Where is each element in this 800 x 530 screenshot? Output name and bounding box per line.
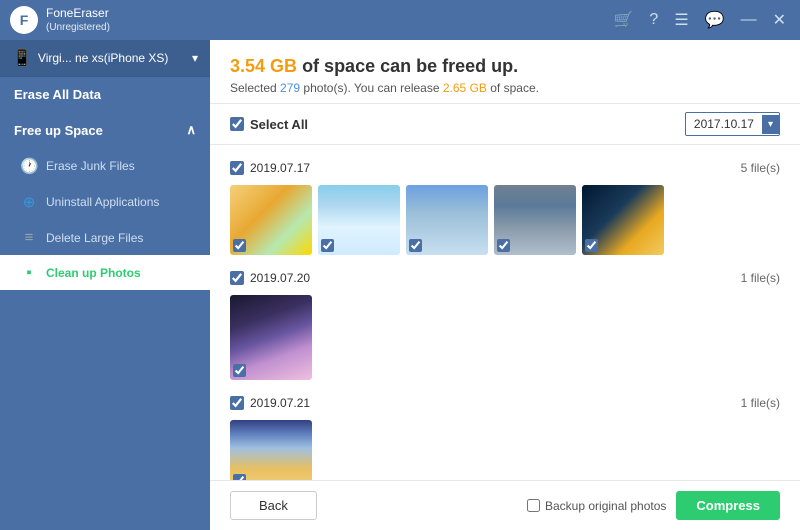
photo-checkbox[interactable] [233,474,246,480]
feedback-icon[interactable]: 💬 [701,8,729,32]
space-subtitle: Selected 279 photo(s). You can release 2… [230,81,780,95]
select-all-label: Select All [250,117,308,132]
group-1-date: 2019.07.17 [250,161,310,175]
sidebar: 📱 Virgi... ne xs(iPhone XS) ▾ Erase All … [0,40,210,530]
close-button[interactable]: ✕ [769,8,790,32]
sidebar-item-clean-photos[interactable]: ▪ Clean up Photos [0,255,210,290]
date-group-header-3: 2019.07.21 1 file(s) [230,390,780,416]
free-up-section: Free up Space ∧ 🕐 Erase Junk Files ⊕ Uni… [0,112,210,290]
backup-checkbox[interactable] [527,499,540,512]
app-logo: F [10,6,38,34]
free-up-label: Free up Space [14,123,103,138]
help-icon[interactable]: ? [645,9,662,31]
toolbar: Select All 2017.10.17 ▾ [210,104,800,145]
photo-list: 2019.07.17 5 file(s) [210,145,800,480]
sidebar-item-delete-large[interactable]: ≡ Delete Large Files [0,220,210,255]
group-3-photos [230,420,780,480]
main-layout: 📱 Virgi... ne xs(iPhone XS) ▾ Erase All … [0,40,800,530]
app-title: FoneEraser (Unregistered) [46,6,110,35]
photo-checkbox[interactable] [233,364,246,377]
space-text: of space can be freed up. [302,56,518,76]
chevron-down-icon: ▾ [762,115,779,134]
photo-checkbox[interactable] [409,239,422,252]
space-size: 3.54 GB [230,56,297,76]
footer: Back Backup original photos Compress [210,480,800,530]
date-group-1: 2019.07.17 5 file(s) [230,155,780,255]
photo-thumb[interactable] [230,185,312,255]
file-icon: ≡ [20,229,38,246]
group-2-count: 1 file(s) [741,271,780,285]
cart-icon[interactable]: 🛒 [610,8,638,32]
content-header: 3.54 GB of space can be freed up. Select… [210,40,800,104]
title-bar: F FoneEraser (Unregistered) 🛒 ? ☰ 💬 — ✕ [0,0,800,40]
menu-icon[interactable]: ☰ [670,8,692,32]
app-icon: ⊕ [20,193,38,211]
date-group-2: 2019.07.20 1 file(s) [230,265,780,380]
free-up-header[interactable]: Free up Space ∧ [0,112,210,148]
window-controls: 🛒 ? ☰ 💬 — ✕ [610,8,791,32]
sidebar-item-uninstall-apps[interactable]: ⊕ Uninstall Applications [0,184,210,220]
group-2-checkbox[interactable] [230,271,244,285]
group-2-date: 2019.07.20 [250,271,310,285]
group-1-photos [230,185,780,255]
photo-thumb[interactable] [494,185,576,255]
device-name: Virgi... ne xs(iPhone XS) [38,51,169,65]
footer-right: Backup original photos Compress [527,491,780,520]
photo-checkbox[interactable] [233,239,246,252]
date-dropdown-value: 2017.10.17 [686,113,762,135]
date-dropdown[interactable]: 2017.10.17 ▾ [685,112,780,136]
photo-thumb[interactable] [318,185,400,255]
device-selector[interactable]: 📱 Virgi... ne xs(iPhone XS) ▾ [0,40,210,77]
photo-icon: ▪ [20,264,38,281]
compress-button[interactable]: Compress [676,491,780,520]
sidebar-item-erase-junk[interactable]: 🕐 Erase Junk Files [0,148,210,184]
group-1-checkbox[interactable] [230,161,244,175]
minimize-button[interactable]: — [737,9,761,31]
date-group-header-2: 2019.07.20 1 file(s) [230,265,780,291]
selected-text: photo(s). You can release [303,81,439,95]
group-1-count: 5 file(s) [741,161,780,175]
collapse-icon: ∧ [186,122,196,138]
phone-icon: 📱 [12,48,32,68]
photo-checkbox[interactable] [497,239,510,252]
content-area: 3.54 GB of space can be freed up. Select… [210,40,800,530]
select-all-checkbox[interactable] [230,117,244,131]
photo-checkbox[interactable] [585,239,598,252]
photo-thumb[interactable] [230,420,312,480]
uninstall-apps-label: Uninstall Applications [46,195,159,209]
group-3-checkbox[interactable] [230,396,244,410]
sidebar-item-erase-all[interactable]: Erase All Data [0,77,210,112]
app-info: F FoneEraser (Unregistered) [10,6,110,35]
delete-large-label: Delete Large Files [46,231,143,245]
clock-icon: 🕐 [20,157,38,175]
chevron-down-icon: ▾ [192,51,198,65]
selected-count: 279 [280,81,300,95]
space-title: 3.54 GB of space can be freed up. [230,56,780,77]
select-all-row: Select All [230,117,308,132]
photo-thumb[interactable] [582,185,664,255]
back-button[interactable]: Back [230,491,317,520]
release-size: 2.65 GB [443,81,487,95]
erase-junk-label: Erase Junk Files [46,159,135,173]
photo-thumb[interactable] [230,295,312,380]
backup-label[interactable]: Backup original photos [527,499,666,513]
group-3-count: 1 file(s) [741,396,780,410]
photo-checkbox[interactable] [321,239,334,252]
photo-thumb[interactable] [406,185,488,255]
group-2-photos [230,295,780,380]
date-group-3: 2019.07.21 1 file(s) [230,390,780,480]
release-text: of space. [490,81,539,95]
date-group-header-1: 2019.07.17 5 file(s) [230,155,780,181]
clean-photos-label: Clean up Photos [46,266,141,280]
group-3-date: 2019.07.21 [250,396,310,410]
